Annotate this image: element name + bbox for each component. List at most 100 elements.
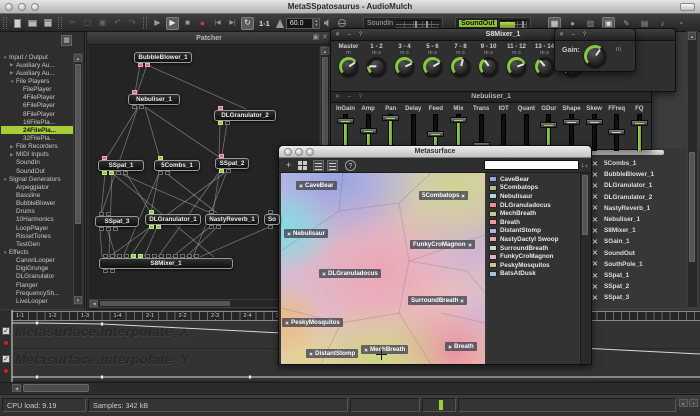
snapshot-row-5combatops[interactable]: 5Combatops (489, 184, 538, 193)
port-audio[interactable] (166, 254, 171, 258)
scroll-down-icon[interactable]: ▼ (74, 296, 82, 304)
port-audio[interactable] (165, 171, 170, 175)
loop-button[interactable]: ↻ (241, 17, 254, 30)
snapshot-handle-icon[interactable] (287, 232, 291, 236)
port-audio[interactable] (99, 212, 104, 216)
patcher-node-dlgranulator-2[interactable]: DLGranulator_2 (214, 110, 276, 121)
surface-snapshot-dlgranuladocus[interactable]: DLGranuladocus (319, 269, 381, 278)
gain-knob[interactable] (584, 45, 606, 67)
snapshot-row-peskymosquitos[interactable]: PeskyMosquitos (489, 261, 550, 270)
gain-titlebar[interactable]: ✕ – ? (555, 29, 635, 41)
play-button[interactable]: ▶ (166, 17, 179, 30)
document-row-dlgranulator-2[interactable]: ▶✕DLGranulator_2 (576, 192, 686, 203)
port-midi[interactable] (102, 156, 107, 160)
palette-item-auxiliary-au[interactable]: ▶Auxiliary Au... (1, 61, 73, 69)
patcher-node-s8mixer-1[interactable]: S8Mixer_1 (99, 258, 233, 269)
palette-view-button[interactable]: ▦ (61, 35, 72, 46)
rewind-button[interactable]: |◀ (211, 17, 224, 30)
snapshot-handle-icon[interactable] (299, 184, 303, 188)
redo-button[interactable]: ↷ (126, 17, 139, 30)
mute-solo-labels[interactable]: m s (475, 50, 502, 57)
snapshot-handle-icon[interactable] (461, 194, 465, 198)
scroll-left-icon[interactable]: ◀ (90, 300, 98, 307)
patcher-node-nebuliser-1[interactable]: Nebuliser_1 (128, 94, 180, 105)
remove-icon[interactable]: ✕ (592, 193, 604, 201)
remove-icon[interactable]: ✕ (592, 182, 604, 190)
save-file-button[interactable] (41, 17, 54, 30)
slider-thumb[interactable] (631, 120, 648, 126)
nebuliser-titlebar[interactable]: ✕ – ? Nebuliser_1 (331, 91, 651, 103)
port-audio[interactable] (158, 171, 163, 175)
palette-item-16filepla[interactable]: 16FilePla... (1, 118, 73, 126)
patcher-node-5combs-1[interactable]: 5Combs_1 (154, 160, 200, 171)
palette-item-input-output[interactable]: ▼Input / Output (1, 53, 73, 61)
port-signal[interactable] (218, 121, 223, 125)
snapshot-row-mechbreath[interactable]: MechBreath (489, 209, 536, 218)
lane-y-enable-checkbox[interactable]: ✓ (2, 355, 10, 363)
snapshot-row-distantstomp[interactable]: DistantStomp (489, 227, 541, 236)
snapshot-list-scrollbar[interactable] (580, 173, 591, 364)
port-audio[interactable] (173, 254, 178, 258)
port-signal[interactable] (149, 225, 154, 229)
slider-thumb[interactable] (563, 119, 580, 125)
surface-snapshot-distantstomp[interactable]: DistantStomp (306, 349, 358, 358)
port-midi[interactable] (218, 106, 223, 110)
port-audio[interactable] (187, 254, 192, 258)
undo-button[interactable]: ↶ (111, 17, 124, 30)
palette-item-soundout[interactable]: SoundOut (1, 167, 73, 175)
port-audio[interactable] (194, 254, 199, 258)
palette-item-fileplayer[interactable]: FilePlayer (1, 86, 73, 94)
copy-button[interactable]: ▢ (81, 17, 94, 30)
remove-icon[interactable]: ✕ (592, 171, 604, 179)
port-audio[interactable] (268, 210, 273, 214)
port-audio[interactable] (103, 254, 108, 258)
port-audio[interactable] (110, 269, 115, 273)
snapshot-handle-icon[interactable] (468, 243, 472, 247)
play-from-start-button[interactable]: ▶ (151, 17, 164, 30)
port-audio[interactable] (159, 254, 164, 258)
surface-snapshot-peskymosquitos[interactable]: PeskyMosquitos (282, 318, 343, 327)
scrollbar-thumb[interactable] (23, 384, 89, 392)
palette-item-effects[interactable]: ▼Effects (1, 248, 73, 256)
slider-thumb[interactable] (540, 122, 557, 128)
document-row-5combs-1[interactable]: ▶✕5Combs_1 (576, 158, 686, 169)
surface-snapshot-5combatops[interactable]: 5Combatops (419, 191, 468, 200)
document-row-sspat-2[interactable]: ▶✕SSpat_2 (576, 281, 686, 292)
port-signal[interactable] (138, 254, 143, 258)
zoom-out-button[interactable]: ▪ (689, 399, 698, 407)
surface-snapshot-funkycromagnon[interactable]: FunkyCroMagnon (410, 240, 475, 249)
document-row-soundout[interactable]: ▶✕SoundOut (576, 248, 686, 259)
remove-icon[interactable]: ✕ (592, 260, 604, 268)
slider-thumb[interactable] (360, 128, 377, 134)
palette-item-32filepla[interactable]: 32FilePla... (1, 134, 73, 142)
snapshot-handle-icon[interactable] (285, 321, 289, 325)
param-slider-ffreq[interactable] (605, 114, 628, 151)
port-midi[interactable] (138, 63, 143, 67)
palette-item-bassline[interactable]: Bassline (1, 191, 73, 199)
palette-item-flanger[interactable]: Flanger (1, 281, 73, 289)
fast-forward-button[interactable]: ▶| (226, 17, 239, 30)
scroll-up-icon[interactable]: ▲ (74, 54, 82, 62)
remove-icon[interactable]: ✕ (592, 227, 604, 235)
port-audio[interactable] (268, 225, 273, 229)
palette-item-drums[interactable]: Drums (1, 208, 73, 216)
document-row-southpole-1[interactable]: ▶✕SouthPole_1 (576, 259, 686, 270)
document-row-sgain-1[interactable]: ▶✕SGain_1 (576, 236, 686, 247)
zoom-in-button[interactable]: ▸ (679, 399, 688, 407)
remove-icon[interactable]: ✕ (592, 283, 604, 291)
port-audio[interactable] (110, 254, 115, 258)
port-audio[interactable] (152, 254, 157, 258)
tempo-spinner[interactable]: ▲▼ (313, 18, 320, 29)
lane-x-enable-checkbox[interactable]: ✓ (2, 327, 10, 335)
port-audio[interactable] (113, 227, 118, 231)
document-row-dlgranulator-1[interactable]: ▶✕DLGranulator_1 (576, 180, 686, 191)
slider-thumb[interactable] (608, 129, 625, 135)
slider-thumb[interactable] (337, 118, 354, 124)
port-audio[interactable] (117, 254, 122, 258)
paste-button[interactable]: ▣ (96, 17, 109, 30)
port-audio[interactable] (180, 254, 185, 258)
mute-solo-labels[interactable]: m s (363, 50, 390, 57)
palette-item-canonlooper[interactable]: CanonLooper (1, 257, 73, 265)
palette-item-10harmonics[interactable]: 10Harmonics (1, 216, 73, 224)
open-file-button[interactable] (26, 17, 39, 30)
